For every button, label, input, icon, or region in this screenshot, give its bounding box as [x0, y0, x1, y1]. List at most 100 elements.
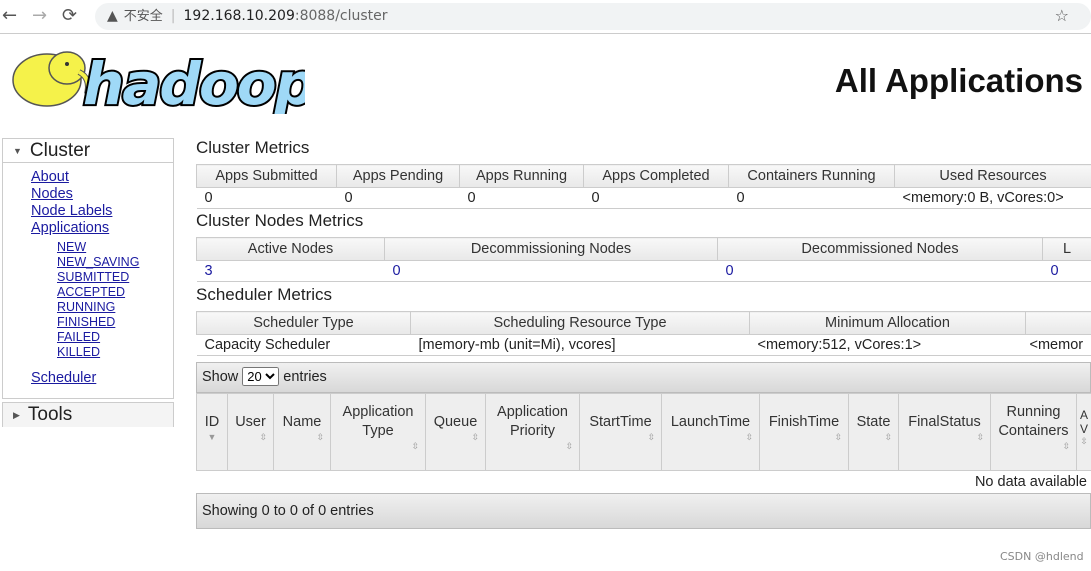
- col-header: Active Nodes: [196, 237, 385, 261]
- sortable-col-header[interactable]: FinishTime ⇳: [759, 393, 849, 471]
- sortable-col-header[interactable]: State ⇳: [848, 393, 899, 471]
- sortable-col-header[interactable]: FinalStatus ⇳: [898, 393, 991, 471]
- sortable-col-header[interactable]: Application Priority ⇳: [485, 393, 580, 471]
- sidebar-cluster: ▼ Cluster About Nodes Node Labels Applica…: [2, 138, 174, 399]
- cell: <memor: [1025, 334, 1091, 356]
- triangle-down-icon: ▼: [13, 146, 22, 156]
- col-header: Used Resources: [894, 164, 1091, 188]
- sortable-col-header[interactable]: ID ▼: [196, 393, 228, 471]
- col-header: L: [1042, 237, 1091, 261]
- scheduler-metrics-table: Scheduler Type Scheduling Resource Type Mi…: [196, 311, 1091, 356]
- sort-icon: ⇳: [834, 431, 842, 442]
- decommissioned-nodes-link[interactable]: 0: [726, 263, 734, 279]
- cluster-metrics-title: Cluster Metrics: [196, 138, 310, 157]
- page-size-select[interactable]: 20: [242, 367, 280, 386]
- header-label: Running Containers: [998, 404, 1069, 439]
- decommissioning-nodes-link[interactable]: 0: [393, 263, 401, 279]
- sidebar-item-new[interactable]: NEW: [3, 240, 173, 255]
- sortable-col-header[interactable]: Running Containers ⇳: [990, 393, 1077, 471]
- col-header: Containers Running: [728, 164, 895, 188]
- cell: 0: [196, 187, 337, 209]
- col-header: [1025, 311, 1091, 335]
- col-header: Apps Pending: [336, 164, 460, 188]
- sort-desc-icon: ▼: [207, 431, 217, 442]
- active-nodes-link[interactable]: 3: [205, 263, 213, 279]
- col-header: Minimum Allocation: [749, 311, 1026, 335]
- bookmark-star-icon[interactable]: ☆: [1055, 6, 1069, 25]
- entries-label: entries: [283, 369, 327, 385]
- sortable-col-header[interactable]: Queue ⇳: [425, 393, 486, 471]
- sidebar-item-finished[interactable]: FINISHED: [3, 315, 173, 330]
- header-label: A V: [1079, 408, 1088, 436]
- sortable-col-header[interactable]: User ⇳: [227, 393, 274, 471]
- cluster-toggle[interactable]: ▼ Cluster: [3, 139, 173, 163]
- sortable-col-header[interactable]: LaunchTime ⇳: [661, 393, 760, 471]
- header-label: Application Type: [342, 404, 414, 439]
- cell: 0: [336, 187, 460, 209]
- header-label: LaunchTime: [670, 413, 751, 430]
- address-bar[interactable]: ▲ 不安全 | 192.168.10.209:8088/cluster: [95, 3, 1091, 30]
- triangle-right-icon: ▶: [13, 410, 20, 420]
- sortable-col-header[interactable]: Name ⇳: [273, 393, 331, 471]
- cell: [memory-mb (unit=Mi), vcores]: [410, 334, 750, 356]
- table-row: Capacity Scheduler [memory-mb (unit=Mi), …: [196, 334, 1091, 356]
- reload-button[interactable]: ⟳: [62, 5, 77, 26]
- nodes-metrics-title: Cluster Nodes Metrics: [196, 211, 364, 230]
- tools-toggle[interactable]: ▶ Tools: [3, 403, 173, 427]
- sidebar-item-node-labels[interactable]: Node Labels: [3, 203, 173, 220]
- sort-icon: ⇳: [647, 431, 655, 442]
- cluster-label: Cluster: [29, 140, 91, 162]
- col-header: Scheduler Type: [196, 311, 411, 335]
- header-label: Application Priority: [497, 404, 568, 439]
- back-button[interactable]: ←: [2, 5, 17, 26]
- sidebar-item-running[interactable]: RUNNING: [3, 300, 173, 315]
- header-label: State: [856, 413, 891, 430]
- sidebar-item-new-saving[interactable]: NEW_SAVING: [3, 255, 173, 270]
- sort-icon: ⇳: [884, 431, 892, 442]
- sort-icon: ⇳: [1080, 436, 1088, 446]
- cell: <memory:512, vCores:1>: [749, 334, 1026, 356]
- sidebar-item-accepted[interactable]: ACCEPTED: [3, 285, 173, 300]
- table-row: 0 0 0 0 0 <memory:0 B, vCores:0>: [196, 187, 1091, 209]
- cell: 0: [728, 187, 895, 209]
- url-path: :8088/cluster: [294, 8, 388, 24]
- sidebar-item-killed[interactable]: KILLED: [3, 345, 173, 360]
- sortable-col-header[interactable]: Application Type ⇳: [330, 393, 426, 471]
- sort-icon: ⇳: [316, 431, 324, 442]
- nodes-metrics-table: Active Nodes Decommissioning Nodes Decommi…: [196, 237, 1091, 282]
- url-host: 192.168.10.209: [183, 8, 295, 24]
- col-header: Apps Running: [459, 164, 584, 188]
- sortable-col-header[interactable]: A V ⇳: [1076, 393, 1091, 471]
- hadoop-logo: hadoop: [12, 48, 305, 114]
- sidebar-item-failed[interactable]: FAILED: [3, 330, 173, 345]
- sidebar-item-about[interactable]: About: [3, 169, 173, 186]
- forward-button[interactable]: →: [32, 5, 47, 26]
- cell: Capacity Scheduler: [196, 334, 411, 356]
- col-header: Apps Completed: [583, 164, 729, 188]
- header-label: FinalStatus: [908, 413, 981, 430]
- table-row: 3 0 0 0: [196, 260, 1091, 282]
- applications-table: ID ▼ User ⇳ Name ⇳ Application Type ⇳ Queue ⇳ Appl…: [196, 393, 1091, 471]
- sortable-col-header[interactable]: StartTime ⇳: [579, 393, 662, 471]
- header-label: StartTime: [589, 413, 652, 430]
- sidebar-item-scheduler[interactable]: Scheduler: [3, 370, 173, 387]
- watermark: CSDN @hdlend: [1000, 550, 1084, 563]
- sort-icon: ⇳: [745, 431, 753, 442]
- sort-icon: ⇳: [411, 441, 419, 451]
- cell: <memory:0 B, vCores:0>: [894, 187, 1091, 209]
- sidebar-tools: ▶ Tools: [2, 402, 174, 427]
- apps-table-footer: Showing 0 to 0 of 0 entries: [196, 493, 1091, 529]
- sidebar-item-submitted[interactable]: SUBMITTED: [3, 270, 173, 285]
- header-label: User: [235, 413, 266, 430]
- no-data-message: No data available: [974, 474, 1087, 490]
- sort-icon: ⇳: [471, 431, 479, 442]
- sort-icon: ⇳: [976, 431, 984, 442]
- sidebar-item-applications[interactable]: Applications: [3, 220, 173, 237]
- cell: 0: [459, 187, 584, 209]
- sidebar-item-nodes[interactable]: Nodes: [3, 186, 173, 203]
- header-label: Name: [282, 413, 322, 430]
- lost-nodes-link[interactable]: 0: [1051, 263, 1059, 279]
- svg-text:hadoop: hadoop: [83, 50, 305, 114]
- cluster-metrics-table: Apps Submitted Apps Pending Apps Running Ap…: [196, 164, 1091, 209]
- header-label: FinishTime: [768, 413, 840, 430]
